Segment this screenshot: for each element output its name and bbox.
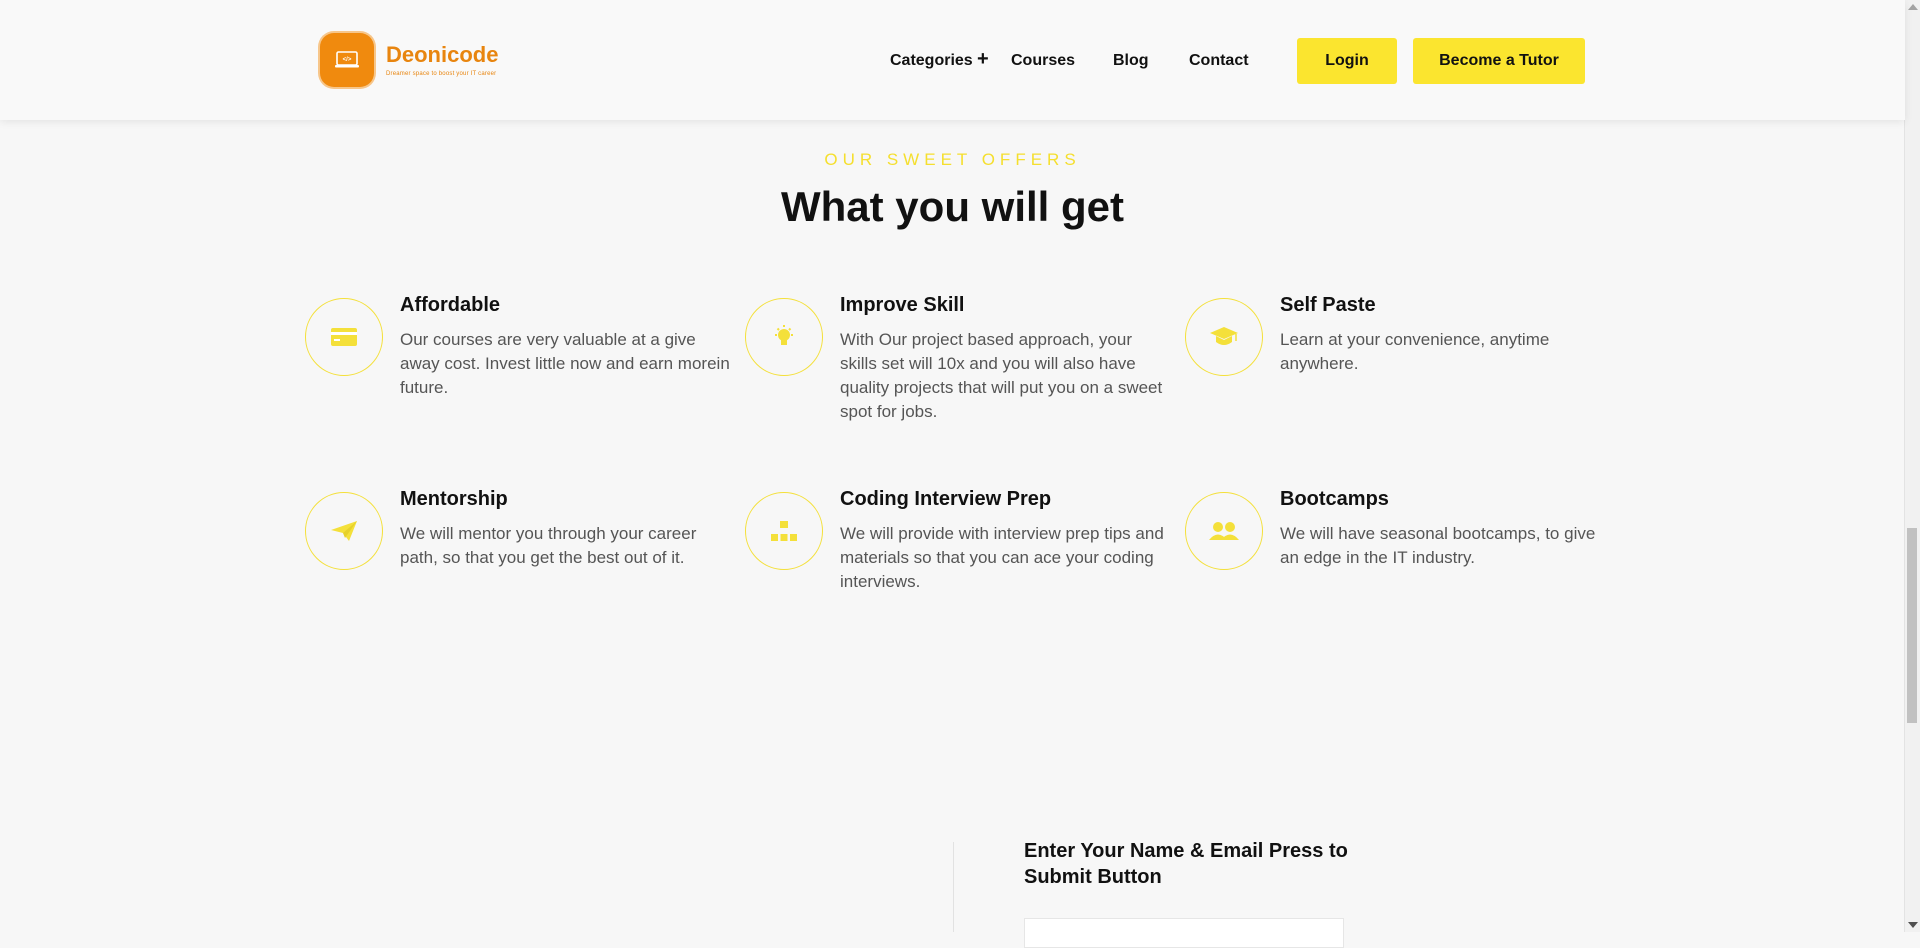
feature-description: Learn at your convenience, anytime anywh… — [1280, 330, 1550, 373]
scroll-up-icon[interactable] — [1908, 4, 1918, 10]
feature-description: We will have seasonal bootcamps, to give… — [1280, 524, 1596, 567]
brand-tagline: Dreamer space to boost your IT career — [386, 71, 497, 77]
feature-title: Mentorship — [400, 488, 508, 510]
page-scrollbar[interactable] — [1904, 0, 1920, 932]
site-header: </> Deonicode Dreamer space to boost you… — [0, 0, 1905, 120]
graduation-cap-icon — [1185, 298, 1263, 376]
paper-plane-icon — [305, 492, 383, 570]
brand-logo[interactable]: </> Deonicode Dreamer space to boost you… — [320, 33, 498, 87]
feature-title: Self Paste — [1280, 294, 1376, 316]
nav-courses[interactable]: Courses — [1011, 52, 1075, 70]
brand-name: Deonicode — [386, 42, 499, 67]
feature-description: We will provide with interview prep tips… — [840, 524, 1164, 591]
name-input[interactable] — [1024, 918, 1344, 948]
section-eyebrow: OUR SWEET OFFERS — [824, 150, 1081, 169]
feature-description: With Our project based approach, your sk… — [840, 330, 1163, 421]
vertical-divider — [953, 842, 954, 932]
lightbulb-icon — [745, 298, 823, 376]
login-button[interactable]: Login — [1297, 38, 1397, 84]
users-icon — [1185, 492, 1263, 570]
feature-description: We will mentor you through your career p… — [400, 524, 697, 567]
nav-categories[interactable]: Categories — [890, 52, 973, 70]
section-title: What you will get — [781, 183, 1124, 230]
subscribe-form-title: Enter Your Name & Email Press to Submit … — [1024, 840, 1348, 888]
feature-title: Bootcamps — [1280, 488, 1389, 510]
scrollbar-thumb[interactable] — [1907, 528, 1917, 723]
svg-text:</>: </> — [343, 57, 352, 63]
feature-description: Our courses are very valuable at a give … — [400, 330, 730, 397]
nav-blog[interactable]: Blog — [1113, 52, 1149, 70]
feature-title: Improve Skill — [840, 294, 965, 316]
scroll-down-icon[interactable] — [1908, 922, 1918, 928]
feature-title: Affordable — [400, 294, 500, 316]
nav-contact[interactable]: Contact — [1189, 52, 1249, 70]
plus-icon[interactable]: + — [977, 48, 989, 71]
hierarchy-icon — [745, 492, 823, 570]
feature-title: Coding Interview Prep — [840, 488, 1052, 510]
credit-card-icon — [305, 298, 383, 376]
laptop-code-icon: </> — [320, 33, 374, 87]
become-tutor-button[interactable]: Become a Tutor — [1413, 38, 1585, 84]
